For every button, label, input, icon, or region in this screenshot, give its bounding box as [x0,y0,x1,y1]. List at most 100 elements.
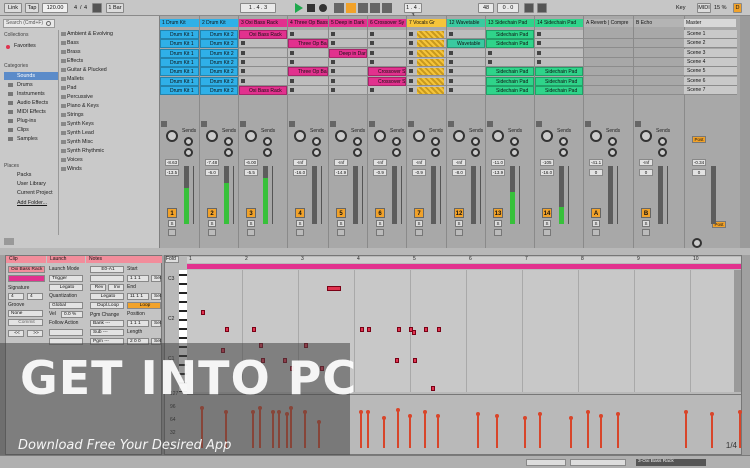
empty-clip-slot[interactable] [584,86,633,95]
send-a-knob[interactable] [431,137,440,146]
empty-clip-slot[interactable] [447,77,485,86]
pan-knob[interactable] [374,130,386,142]
track-header[interactable]: B Echo [634,19,684,27]
track-header[interactable]: 6 Crossover Sy [368,19,406,27]
empty-clip-slot[interactable] [535,39,583,48]
track-activator-button[interactable]: 5 [336,208,346,218]
track-stop-button[interactable] [240,121,246,127]
track-stop-button[interactable] [635,121,641,127]
clip-stop-icon[interactable] [331,79,335,83]
browser-item[interactable]: Synth Keys [60,120,158,128]
clip-stop-icon[interactable] [449,69,453,73]
velocity-stem[interactable] [587,412,589,448]
pan-knob[interactable] [492,130,504,142]
velocity-stem[interactable] [711,414,713,448]
recording-clip-slot[interactable] [417,31,444,38]
pan-knob[interactable] [453,130,465,142]
clip-stop-icon[interactable] [370,51,374,55]
clip-stop-icon[interactable] [449,32,453,36]
send-b-knob[interactable] [608,148,617,157]
clip-slot[interactable]: Sidechain Pad [535,77,583,86]
track-header[interactable]: 4 Three Op Bass [288,19,328,27]
track-activator-button[interactable]: 13 [493,208,503,218]
follow-action-fields[interactable] [49,329,83,336]
velocity-handle[interactable] [616,412,620,416]
clip-slot[interactable]: Three Op Ba [288,67,328,76]
volume-fader[interactable] [617,166,618,224]
empty-clip-slot[interactable] [634,67,684,76]
launch-mode-select[interactable]: Trigger [49,275,83,282]
clip-stop-icon[interactable] [449,51,453,55]
velocity-stem[interactable] [367,412,369,448]
track-volume-readout[interactable]: -41.1 [589,159,603,166]
track-header[interactable]: 2 Drum Kit [200,19,238,27]
velocity-stem[interactable] [383,418,385,448]
tap-button[interactable]: Tap [25,3,39,13]
empty-clip-slot[interactable] [486,49,534,58]
send-a-knob[interactable] [510,137,519,146]
sidebar-item-current-project[interactable]: Current Project [17,189,53,197]
clip-name-field[interactable]: Oxi Bass Rack [8,266,45,273]
empty-clip-slot[interactable] [447,30,485,39]
empty-clip-slot[interactable] [239,77,287,86]
clip-slot[interactable]: Drum Kit 2 [200,49,238,58]
empty-clip-slot[interactable] [329,58,367,67]
play-icon[interactable] [295,3,303,13]
solo-button[interactable]: S [208,220,216,227]
velocity-stem[interactable] [539,414,541,448]
send-a-knob[interactable] [559,137,568,146]
track-stop-button[interactable] [408,121,414,127]
loop-icon[interactable] [537,3,547,13]
empty-clip-slot[interactable] [447,86,485,95]
midi-note[interactable] [395,358,399,363]
nudge-forward-button[interactable]: >> [27,330,43,337]
midi-note[interactable] [367,327,371,332]
start-set-button[interactable]: Set [151,275,161,282]
clip-stop-icon[interactable] [409,51,413,55]
arm-button[interactable] [455,229,463,236]
sidebar-item-user-library[interactable]: User Library [17,180,46,188]
pan-knob[interactable] [541,130,553,142]
recording-clip-slot[interactable] [417,68,444,75]
overview-strip[interactable] [526,459,566,466]
send-a-knob[interactable] [392,137,401,146]
add-folder-link[interactable]: Add Folder... [17,199,47,207]
velocity-stem[interactable] [570,418,572,448]
browser-item[interactable]: Guitar & Plucked [60,66,158,74]
send-a-knob[interactable] [471,137,480,146]
track-stop-button[interactable] [585,121,591,127]
empty-clip-slot[interactable] [634,49,684,58]
track-stop-button[interactable] [289,121,295,127]
track-activator-button[interactable]: 7 [414,208,424,218]
midi-note[interactable] [431,386,435,391]
track-header[interactable]: 7 Vocals Gr [407,19,446,27]
volume-fader[interactable] [321,166,322,224]
midi-note[interactable] [252,327,256,332]
empty-clip-slot[interactable] [368,49,406,58]
solo-button[interactable]: S [168,220,176,227]
pan-knob[interactable] [166,130,178,142]
arm-button[interactable] [168,229,176,236]
clip-slot[interactable]: Drum Kit 2 [200,86,238,95]
volume-fader[interactable] [480,166,481,224]
track-activator-button[interactable]: 4 [295,208,305,218]
clip-slot[interactable]: Drum Kit 1 [160,30,199,39]
browser-item[interactable]: Percussive [60,93,158,101]
send-b-knob[interactable] [431,148,440,157]
clip-stop-icon[interactable] [331,41,335,45]
clip-stop-icon[interactable] [370,32,374,36]
pan-knob[interactable] [294,130,306,142]
empty-clip-slot[interactable] [329,30,367,39]
clip-stop-icon[interactable] [449,79,453,83]
velocity-handle[interactable] [523,416,527,420]
clip-slot[interactable]: Oxi Bass Rack [239,86,287,95]
velocity-handle[interactable] [738,410,742,414]
solo-button[interactable]: S [592,220,600,227]
clip-stop-icon[interactable] [409,69,413,73]
record-icon[interactable] [319,4,327,12]
arm-button[interactable] [296,229,304,236]
empty-clip-slot[interactable] [239,67,287,76]
volume-fader[interactable] [362,166,363,224]
browser-item[interactable]: Ambient & Evolving [60,30,158,38]
clip-stop-icon[interactable] [241,41,245,45]
